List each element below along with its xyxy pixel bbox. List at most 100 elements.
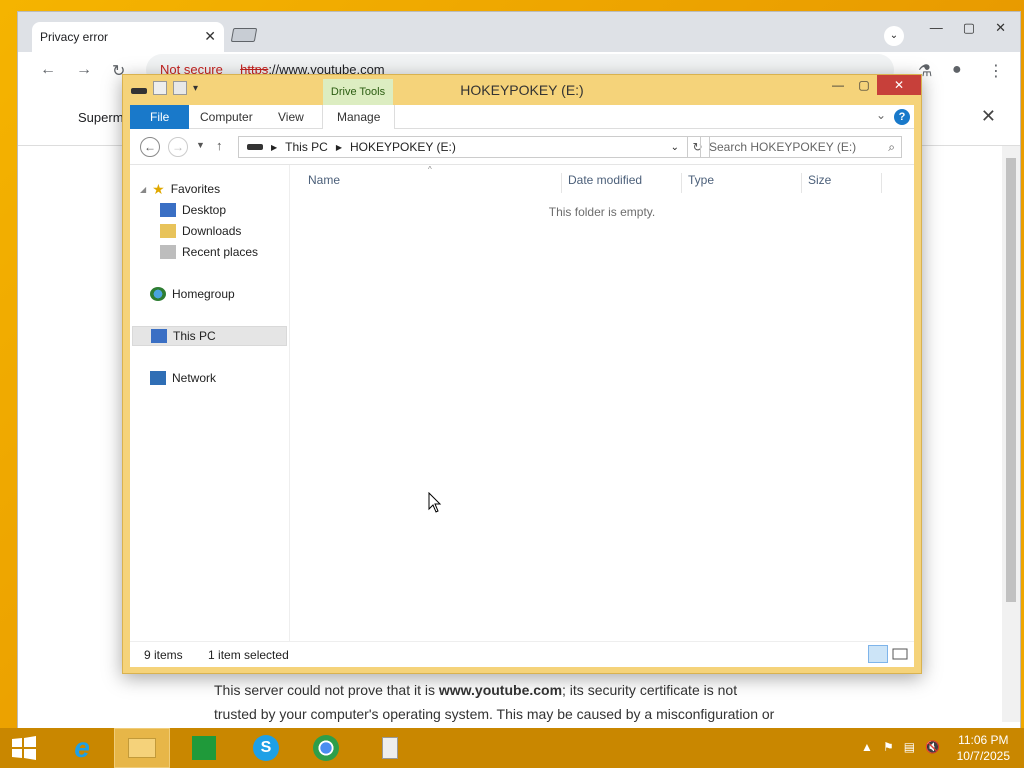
menu-icon[interactable]: ⋮ xyxy=(988,61,1004,81)
network-icon xyxy=(150,371,166,385)
nav-this-pc[interactable]: This PC xyxy=(132,326,287,346)
clock[interactable]: 11:06 PM 10/7/2025 xyxy=(957,732,1010,764)
column-date-modified[interactable]: Date modified xyxy=(562,173,682,193)
tab-file[interactable]: File xyxy=(130,105,190,129)
column-name[interactable]: Name xyxy=(302,173,562,193)
taskbar-ie[interactable]: e xyxy=(54,728,110,768)
internet-explorer-icon: e xyxy=(74,732,90,763)
nav-label: Homegroup xyxy=(172,287,235,301)
close-icon[interactable]: ✕ xyxy=(877,75,921,95)
chrome-icon xyxy=(313,735,339,761)
status-bar: 9 items 1 item selected xyxy=(130,641,914,667)
nav-label: Network xyxy=(172,371,217,385)
maximize-icon[interactable]: ▢ xyxy=(851,75,877,95)
empty-folder-message: This folder is empty. xyxy=(548,205,656,219)
tab-close-icon[interactable]: ✕ xyxy=(204,28,216,45)
tab-manage[interactable]: Manage xyxy=(322,105,396,129)
scrollbar[interactable] xyxy=(1002,146,1020,722)
privacy-text-line2: trusted by your computer's operating sys… xyxy=(214,706,775,722)
system-tray: ▲ ⚑ ▤ 🔇 xyxy=(861,740,940,754)
back-icon[interactable]: ← xyxy=(140,137,160,157)
details-view-icon[interactable] xyxy=(868,645,888,663)
address-bar-row: ← → ▼ ↑ ▶ This PC ▶ HOKEYPOKEY (E:) ⌄ ↻ … xyxy=(130,129,914,165)
nav-downloads[interactable]: Downloads xyxy=(160,221,241,241)
taskbar-skype[interactable]: S xyxy=(238,728,294,768)
breadcrumb-thispc[interactable]: This PC xyxy=(285,140,328,154)
maximize-icon[interactable]: ▢ xyxy=(963,20,975,36)
ribbon-tabs: File Computer View Manage ⌄ ? xyxy=(130,105,914,129)
explorer-body: ◢ ★ Favorites Desktop Downloads Recent p… xyxy=(130,165,914,641)
chrome-tab[interactable]: Privacy error ✕ xyxy=(32,22,224,52)
address-dropdown-icon[interactable]: ⌄ xyxy=(671,142,679,153)
back-icon[interactable]: ← xyxy=(40,61,56,79)
column-size[interactable]: Size xyxy=(802,173,882,193)
search-input[interactable]: Search HOKEYPOKEY (E:) ⌕ xyxy=(700,136,902,158)
taskbar-app[interactable] xyxy=(362,728,418,768)
nav-label: Recent places xyxy=(182,245,259,259)
file-list-pane: ^ Name Date modified Type Size This fold… xyxy=(290,165,914,641)
collapse-arrow-icon[interactable]: ◢ xyxy=(140,185,146,194)
show-hidden-icons-icon[interactable]: ▲ xyxy=(861,740,873,754)
window-title: HOKEYPOKEY (E:) xyxy=(460,82,584,98)
volume-muted-icon[interactable]: 🔇 xyxy=(925,740,940,754)
taskbar: e S ▲ ⚑ ▤ 🔇 11:06 PM 10/7/2025 xyxy=(0,728,1024,768)
nav-homegroup[interactable]: Homegroup xyxy=(150,284,235,304)
ribbon-expand-icon[interactable]: ⌄ xyxy=(876,108,886,122)
star-icon: ★ xyxy=(152,180,165,197)
nav-recent-places[interactable]: Recent places xyxy=(160,242,258,262)
forward-icon[interactable]: → xyxy=(168,137,188,157)
windows-logo-icon xyxy=(12,736,36,760)
file-explorer-window: ▾ Drive Tools HOKEYPOKEY (E:) — ▢ ✕ File… xyxy=(122,74,922,674)
recent-locations-icon[interactable]: ▼ xyxy=(196,140,205,150)
minimize-icon[interactable]: — xyxy=(825,75,851,95)
privacy-text-prefix: This server could not prove that it is xyxy=(214,682,439,698)
skype-icon: S xyxy=(253,735,279,761)
folder-icon xyxy=(128,738,156,758)
drive-icon xyxy=(247,144,263,150)
downloads-icon xyxy=(160,224,176,238)
network-tray-icon[interactable]: ▤ xyxy=(904,740,915,754)
scrollbar-thumb[interactable] xyxy=(1006,158,1016,602)
tab-search-icon[interactable]: ⌄ xyxy=(884,26,904,46)
new-tab-icon[interactable] xyxy=(230,28,258,42)
column-type[interactable]: Type xyxy=(682,173,802,193)
nav-desktop[interactable]: Desktop xyxy=(160,200,226,220)
computer-icon xyxy=(151,329,167,343)
taskbar-store[interactable] xyxy=(176,728,232,768)
clock-time: 11:06 PM xyxy=(958,733,1009,747)
document-icon xyxy=(382,737,398,759)
clock-date: 10/7/2025 xyxy=(956,749,1010,763)
explorer-titlebar[interactable]: ▾ Drive Tools HOKEYPOKEY (E:) — ▢ ✕ xyxy=(123,75,921,105)
nav-network[interactable]: Network xyxy=(150,368,216,388)
explorer-window-controls: — ▢ ✕ xyxy=(825,75,921,97)
privacy-error-text: This server could not prove that it is w… xyxy=(214,678,834,726)
help-icon[interactable]: ? xyxy=(894,109,910,125)
search-icon[interactable]: ⌕ xyxy=(888,140,895,155)
privacy-domain: www.youtube.com xyxy=(438,682,563,698)
breadcrumb-sep-icon[interactable]: ▶ xyxy=(336,143,342,152)
address-bar[interactable]: ▶ This PC ▶ HOKEYPOKEY (E:) ⌄ xyxy=(238,136,688,158)
taskbar-chrome[interactable] xyxy=(298,728,354,768)
tab-view[interactable]: View xyxy=(264,105,318,129)
forward-icon[interactable]: → xyxy=(76,61,92,79)
nav-label: Downloads xyxy=(182,224,242,238)
breadcrumb-current[interactable]: HOKEYPOKEY (E:) xyxy=(350,140,456,154)
item-count: 9 items xyxy=(144,648,183,662)
close-icon[interactable]: ✕ xyxy=(995,20,1006,36)
breadcrumb-sep-icon[interactable]: ▶ xyxy=(271,143,277,152)
infobar-text: Superm xyxy=(78,110,124,125)
large-icons-view-icon[interactable] xyxy=(890,645,910,663)
start-button[interactable] xyxy=(0,728,48,768)
tab-computer[interactable]: Computer xyxy=(186,105,267,129)
infobar-close-icon[interactable]: ✕ xyxy=(981,106,996,127)
nav-label: Desktop xyxy=(182,203,227,217)
privacy-text-suffix: ; its security certificate is not xyxy=(562,682,738,698)
minimize-icon[interactable]: — xyxy=(930,20,943,36)
profile-icon[interactable]: ● xyxy=(952,61,962,79)
store-icon xyxy=(192,736,216,760)
flag-icon[interactable]: ⚑ xyxy=(883,740,894,754)
up-icon[interactable]: ↑ xyxy=(216,138,223,153)
desktop-icon xyxy=(160,203,176,217)
taskbar-file-explorer[interactable] xyxy=(114,728,170,768)
nav-favorites[interactable]: ◢ ★ Favorites xyxy=(140,179,220,199)
